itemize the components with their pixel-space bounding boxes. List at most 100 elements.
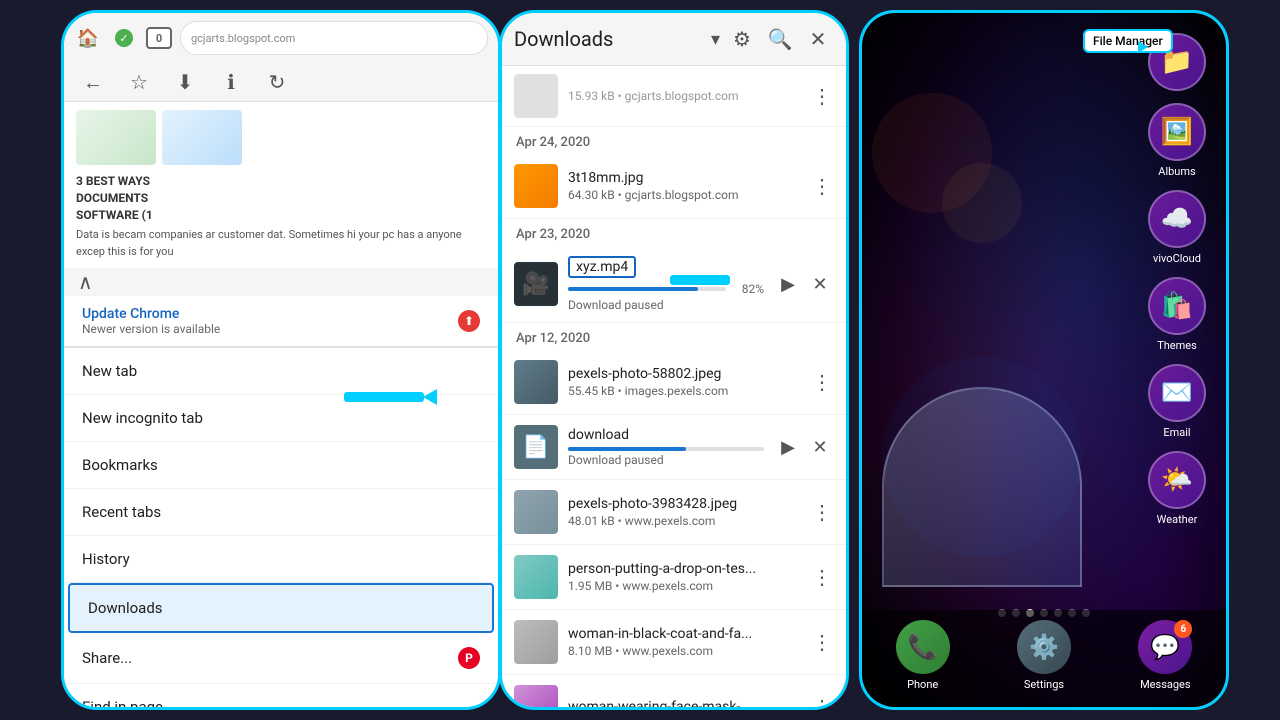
launcher-icon-themes[interactable]: 🛍️ Themes (1148, 277, 1206, 352)
new-tab-label: New tab (82, 362, 137, 380)
downloads-arrow-annotation (344, 389, 437, 405)
messages-dock-label: Messages (1140, 678, 1190, 691)
collapse-icon[interactable]: ∧ (78, 270, 93, 294)
download-item-download: 📄 download Download paused ▶ ✕ (502, 415, 846, 480)
downloads-search-icon[interactable]: 🔍 (764, 23, 796, 55)
downloads-close-icon[interactable]: ✕ (802, 23, 834, 55)
dl-thumb-pexels58802 (514, 360, 558, 404)
dl-cancel-btn-download[interactable]: ✕ (806, 433, 834, 461)
menu-item-bookmarks[interactable]: Bookmarks (64, 442, 498, 489)
dl-more-pexels58802[interactable]: ⋮ (810, 370, 834, 394)
vivocloud-icon-circle: ☁️ (1148, 190, 1206, 248)
thumb-1 (76, 110, 156, 165)
launcher-icon-weather[interactable]: 🌤️ Weather (1148, 451, 1206, 526)
dl-name-download: download (568, 427, 764, 443)
dl-more-person-drop[interactable]: ⋮ (810, 565, 834, 589)
email-icon-circle: ✉️ (1148, 364, 1206, 422)
dock-item-messages[interactable]: 💬 6 Messages (1138, 620, 1192, 691)
download-item-3t18mm: 3t18mm.jpg 64.30 kB • gcjarts.blogspot.c… (502, 154, 846, 219)
dl-actions-xyz: ▶ ✕ (774, 270, 834, 298)
dl-progress-row-download (568, 447, 764, 451)
downloads-dropdown-icon[interactable]: ▾ (711, 29, 720, 50)
dock-item-phone[interactable]: 📞 Phone (896, 620, 950, 691)
dl-status-download: Download paused (568, 453, 764, 467)
email-label: Email (1163, 426, 1190, 439)
phone-downloads: Downloads ▾ ⚙ 🔍 ✕ 15.93 kB • gcjarts.blo… (499, 10, 849, 710)
dl-info-woman-mask: woman-wearing-face-mask-... (568, 699, 800, 710)
tab-count[interactable]: 0 (146, 27, 172, 49)
download-status-icon[interactable]: ⬇ (170, 67, 200, 97)
dl-progress-pct-xyz: 82% (734, 282, 764, 296)
bokeh-2 (942, 163, 1022, 243)
phone-icon-circle: 📞 (896, 620, 950, 674)
menu-item-share[interactable]: Share... P (64, 633, 498, 684)
weather-label: Weather (1157, 513, 1198, 526)
date-header-apr23: Apr 23, 2020 (502, 219, 846, 246)
dl-name-woman-coat: woman-in-black-coat-and-fa... (568, 626, 800, 642)
collapse-bar: ∧ (64, 268, 498, 296)
dl-more-woman-coat[interactable]: ⋮ (810, 630, 834, 654)
top-partial-more[interactable]: ⋮ (810, 84, 834, 108)
top-partial-item: 15.93 kB • gcjarts.blogspot.com ⋮ (502, 66, 846, 127)
dl-meta-3t18mm: 64.30 kB • gcjarts.blogspot.com (568, 188, 800, 202)
dl-info-pexels3983428: pexels-photo-3983428.jpeg 48.01 kB • www… (568, 496, 800, 528)
settings-icon-circle: ⚙️ (1017, 620, 1071, 674)
file-manager-section: 📁 File Manager (1148, 33, 1206, 91)
messages-badge: 6 (1174, 620, 1192, 638)
dl-play-btn-xyz[interactable]: ▶ (774, 270, 802, 298)
phone-dock-label: Phone (907, 678, 938, 691)
dl-progress-row-xyz: 82% (568, 282, 764, 296)
dl-thumb-3t18mm (514, 164, 558, 208)
history-label: History (82, 550, 130, 568)
star-icon[interactable]: ☆ (124, 67, 154, 97)
launcher-icon-vivocloud[interactable]: ☁️ vivoCloud (1148, 190, 1206, 265)
dl-cancel-btn-xyz[interactable]: ✕ (806, 270, 834, 298)
menu-item-find[interactable]: Find in page (64, 684, 498, 710)
launcher-right-icons: 📁 File Manager 🖼️ Albums ☁️ vivoCloud 🛍️ (1148, 33, 1206, 526)
launcher-icon-email[interactable]: ✉️ Email (1148, 364, 1206, 439)
info-icon[interactable]: ℹ (216, 67, 246, 97)
download-item-person-drop: person-putting-a-drop-on-tes... 1.95 MB … (502, 545, 846, 610)
download-item-xyz: 🎥 xyz.mp4 82% Download paused ▶ ✕ (502, 246, 846, 323)
refresh-icon[interactable]: ↻ (262, 67, 292, 97)
dl-name-person-drop: person-putting-a-drop-on-tes... (568, 561, 800, 577)
dl-info-3t18mm: 3t18mm.jpg 64.30 kB • gcjarts.blogspot.c… (568, 170, 800, 202)
dl-more-woman-mask[interactable]: ⋮ (810, 695, 834, 710)
dl-info-pexels58802: pexels-photo-58802.jpeg 55.45 kB • image… (568, 366, 800, 398)
albums-label: Albums (1158, 165, 1195, 178)
dl-more-3t18mm[interactable]: ⋮ (810, 174, 834, 198)
dl-actions-download: ▶ ✕ (774, 433, 834, 461)
albums-icon-circle: 🖼️ (1148, 103, 1206, 161)
dl-progress-bg-xyz (568, 287, 726, 291)
thumb-2 (162, 110, 242, 165)
url-bar[interactable]: gcjarts.blogspot.com (180, 21, 488, 55)
browser-nav-bar: ← ☆ ⬇ ℹ ↻ (64, 63, 498, 101)
menu-item-downloads[interactable]: Downloads (68, 583, 494, 633)
menu-item-recent-tabs[interactable]: Recent tabs (64, 489, 498, 536)
file-manager-label-box: File Manager (1083, 29, 1173, 53)
dl-progress-fill-xyz (568, 287, 698, 291)
dl-more-pexels3983428[interactable]: ⋮ (810, 500, 834, 524)
webpage-content: 3 BEST WAYS DOCUMENTS SOFTWARE (1 Data i… (64, 102, 498, 268)
downloads-list: 15.93 kB • gcjarts.blogspot.com ⋮ Apr 24… (502, 66, 846, 710)
menu-item-history[interactable]: History (64, 536, 498, 583)
phone-launcher: 📁 File Manager 🖼️ Albums ☁️ vivoCloud 🛍️ (859, 10, 1229, 710)
back-icon[interactable]: ← (78, 67, 108, 97)
home-icon[interactable]: 🏠 (74, 24, 102, 52)
browser-chrome: 🏠 ✓ 0 gcjarts.blogspot.com ← ☆ ⬇ ℹ ↻ (64, 13, 498, 102)
dl-thumb-person-drop (514, 555, 558, 599)
recent-tabs-label: Recent tabs (82, 503, 161, 521)
update-subtitle: Newer version is available (82, 322, 220, 336)
security-indicator[interactable]: ✓ (110, 24, 138, 52)
downloads-settings-icon[interactable]: ⚙ (726, 23, 758, 55)
launcher-icon-albums[interactable]: 🖼️ Albums (1148, 103, 1206, 178)
update-title: Update Chrome (82, 306, 220, 322)
dl-info-download: download Download paused (568, 427, 764, 467)
dl-play-btn-download[interactable]: ▶ (774, 433, 802, 461)
dock-icons-row: 📞 Phone ⚙️ Settings 💬 6 Messages (862, 620, 1226, 691)
dock-item-settings[interactable]: ⚙️ Settings (1017, 620, 1071, 691)
update-badge: ⬆ (458, 310, 480, 332)
dl-thumb-woman-mask (514, 685, 558, 710)
dl-info-woman-coat: woman-in-black-coat-and-fa... 8.10 MB • … (568, 626, 800, 658)
top-partial-info: 15.93 kB • gcjarts.blogspot.com (568, 89, 800, 103)
